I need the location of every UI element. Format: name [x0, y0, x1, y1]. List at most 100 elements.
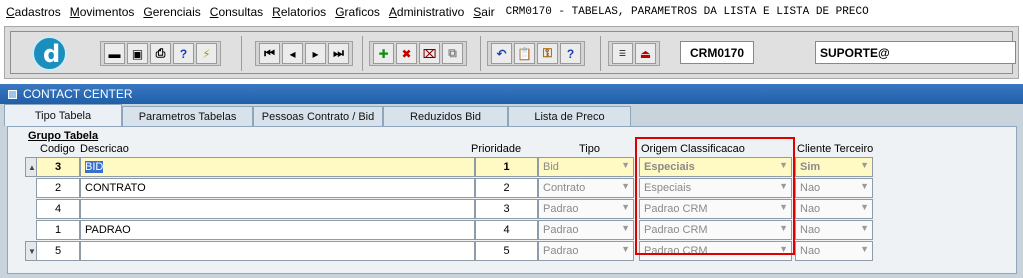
toolbar-divider	[241, 36, 242, 71]
chevron-down-icon[interactable]: ▼	[860, 181, 869, 191]
toolbar-divider	[480, 36, 481, 71]
cell-descricao[interactable]	[80, 199, 475, 219]
tab-lista-de-preco[interactable]: Lista de Preco	[508, 106, 631, 126]
menu-gerenciais[interactable]: Gerenciais	[143, 5, 200, 19]
cell-prioridade[interactable]: 4	[475, 220, 538, 240]
cell-tipo[interactable]: Padrao ▼	[538, 241, 634, 261]
window-icon	[8, 89, 17, 99]
cell-tipo[interactable]: Padrao ▼	[538, 199, 634, 219]
chevron-down-icon[interactable]: ▼	[860, 244, 869, 254]
menu-icon[interactable]: ☰	[612, 43, 633, 64]
first-record-icon[interactable]: ⏮	[259, 43, 280, 64]
menu-consultas[interactable]: Consultas	[210, 5, 263, 19]
next-record-icon[interactable]: ▸	[305, 43, 326, 64]
edit-wand-icon[interactable]: ⚡	[196, 43, 217, 64]
menu-sair[interactable]: Sair	[473, 5, 494, 19]
cell-descricao[interactable]: BID	[80, 157, 475, 177]
toolbar-divider	[362, 36, 363, 71]
cell-descricao[interactable]	[80, 241, 475, 261]
window-title: CONTACT CENTER	[23, 87, 133, 101]
header-prioridade: Prioridade	[471, 143, 522, 155]
chevron-down-icon[interactable]: ▼	[621, 244, 630, 254]
form-code-field: CRM0170	[680, 41, 754, 64]
cell-cliente-value: Nao	[800, 224, 821, 236]
question-icon[interactable]: ?	[560, 43, 581, 64]
cell-descricao[interactable]: PADRAO	[80, 220, 475, 240]
toolbar-divider	[600, 36, 601, 71]
group-title: Grupo Tabela	[28, 130, 99, 142]
header-tipo: Tipo	[579, 143, 600, 155]
cell-tipo[interactable]: Contrato ▼	[538, 178, 634, 198]
cell-cliente-value: Nao	[800, 203, 821, 215]
toolbar: d ▬ ▣ ⎙ ? ⚡ ⏮ ◂ ▸ ⏭ ✚ ✖ ⌧ ⧉ ↶ 📋 ⚿ ? ☰ ⏏ …	[4, 26, 1019, 79]
cell-prioridade[interactable]: 5	[475, 241, 538, 261]
clear-icon[interactable]: ⌧	[419, 43, 440, 64]
header-codigo: Codigo	[40, 143, 75, 155]
menu-movimentos[interactable]: Movimentos	[70, 5, 135, 19]
cell-cliente[interactable]: Nao ▼	[795, 220, 873, 240]
menu-relatorios[interactable]: Relatorios	[272, 5, 326, 19]
cell-cliente[interactable]: Sim ▼	[795, 157, 873, 177]
tipo-tabela-panel: Grupo Tabela Codigo Descricao Prioridade…	[7, 126, 1017, 274]
origem-highlight-box	[635, 137, 795, 255]
clipboard-icon[interactable]: 📋	[514, 43, 535, 64]
cell-prioridade[interactable]: 3	[475, 199, 538, 219]
selected-text: BID	[85, 161, 104, 173]
lock-keys-icon[interactable]: ⚿	[537, 43, 558, 64]
undo-icon[interactable]: ↶	[491, 43, 512, 64]
cell-tipo-value: Padrao	[543, 203, 579, 215]
cell-prioridade[interactable]: 2	[475, 178, 538, 198]
chevron-down-icon[interactable]: ▼	[621, 181, 630, 191]
tab-parametros-tabelas[interactable]: Parametros Tabelas	[122, 106, 253, 126]
cell-codigo[interactable]: 5	[36, 241, 80, 261]
header-cliente-terceiro: Cliente Terceiro	[797, 143, 874, 155]
cell-codigo[interactable]: 1	[36, 220, 80, 240]
menu-cadastros[interactable]: Cadastros	[6, 5, 61, 19]
frame-icon[interactable]: ▣	[127, 43, 148, 64]
prev-record-icon[interactable]: ◂	[282, 43, 303, 64]
cell-descricao[interactable]: CONTRATO	[80, 178, 475, 198]
cell-cliente-value: Sim	[800, 161, 821, 173]
cell-tipo[interactable]: Bid ▼	[538, 157, 634, 177]
header-descricao: Descricao	[80, 143, 129, 155]
cell-cliente[interactable]: Nao ▼	[795, 241, 873, 261]
menu-graficos[interactable]: Graficos	[335, 5, 380, 19]
cell-cliente[interactable]: Nao ▼	[795, 199, 873, 219]
cell-tipo[interactable]: Padrao ▼	[538, 220, 634, 240]
chevron-down-icon[interactable]: ▼	[621, 202, 630, 212]
tab-pessoas-contrato-bid[interactable]: Pessoas Contrato / Bid	[253, 106, 383, 126]
cell-tipo-value: Padrao	[543, 224, 579, 236]
tab-tipo-tabela[interactable]: Tipo Tabela	[4, 104, 122, 126]
logo-letter: d	[43, 40, 61, 68]
chevron-down-icon[interactable]: ▼	[860, 160, 869, 170]
window-titlebar: CONTACT CENTER	[0, 84, 1023, 104]
record-button-group: ✚ ✖ ⌧ ⧉	[369, 41, 467, 66]
cell-prioridade[interactable]: 1	[475, 157, 538, 177]
chevron-down-icon[interactable]: ▼	[860, 202, 869, 212]
cell-codigo[interactable]: 3	[36, 157, 80, 177]
cell-codigo[interactable]: 2	[36, 178, 80, 198]
save-icon[interactable]: ▬	[104, 43, 125, 64]
cell-cliente[interactable]: Nao ▼	[795, 178, 873, 198]
app-logo: d	[32, 36, 67, 71]
chevron-down-icon[interactable]: ▼	[621, 223, 630, 233]
menu-administrativo[interactable]: Administrativo	[389, 5, 464, 19]
chevron-down-icon[interactable]: ▼	[860, 223, 869, 233]
cell-codigo[interactable]: 4	[36, 199, 80, 219]
last-record-icon[interactable]: ⏭	[328, 43, 349, 64]
cell-cliente-value: Nao	[800, 245, 821, 257]
tab-reduzidos-bid[interactable]: Reduzidos Bid	[383, 106, 508, 126]
contact-center-window: CONTACT CENTER Tipo Tabela Parametros Ta…	[0, 84, 1023, 278]
cell-tipo-value: Padrao	[543, 245, 579, 257]
add-record-icon[interactable]: ✚	[373, 43, 394, 64]
user-field: SUPORTE@	[815, 41, 1016, 64]
delete-record-icon[interactable]: ✖	[396, 43, 417, 64]
navigation-button-group: ⏮ ◂ ▸ ⏭	[255, 41, 353, 66]
help-query-icon[interactable]: ?	[173, 43, 194, 64]
cell-tipo-value: Contrato	[543, 182, 586, 194]
chevron-down-icon[interactable]: ▼	[621, 160, 630, 170]
exit-icon[interactable]: ⏏	[635, 43, 656, 64]
print-icon[interactable]: ⎙	[150, 43, 171, 64]
cell-tipo-value: Bid	[543, 161, 559, 173]
duplicate-icon[interactable]: ⧉	[442, 43, 463, 64]
